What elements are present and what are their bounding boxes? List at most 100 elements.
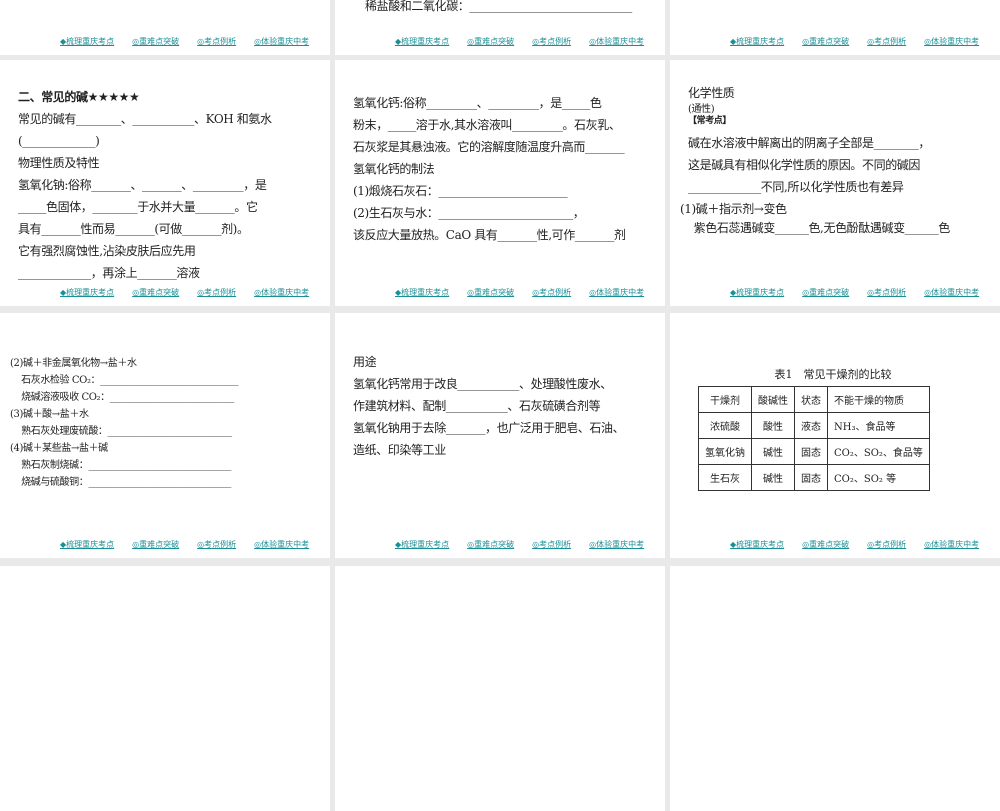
nav-link[interactable]: ◎体验重庆中考 [589, 539, 644, 550]
nav-link[interactable]: ◆梳理重庆考点 [730, 36, 784, 47]
nav-link[interactable]: ◆梳理重庆考点 [730, 539, 784, 550]
line: 熟石灰处理废硫酸：___________________________ [10, 426, 232, 437]
nav-link[interactable]: ◎考点例析 [867, 36, 906, 47]
nav-link[interactable]: ◎重难点突破 [132, 539, 179, 550]
nav-link[interactable]: ◆梳理重庆考点 [395, 36, 449, 47]
cell: 固态 [794, 464, 828, 491]
nav-link[interactable]: ◎考点例析 [867, 539, 906, 550]
slide-nav: ◆梳理重庆考点 ◎重难点突破 ◎考点例析 ◎体验重庆中考 [730, 539, 979, 550]
nav-link[interactable]: ◎考点例析 [532, 287, 571, 298]
line: 氢氧化钙常用于改良___________、处理酸性废水、 [353, 377, 612, 391]
desiccant-table: 干燥剂 酸碱性 状态 不能干燥的物质 浓硫酸 酸性 液态 NH₃、食品等 氢氧化钠 碱性 固态 C… [698, 386, 930, 491]
line: (1)煅烧石灰石：_______________________ [353, 184, 568, 198]
nav-link[interactable]: ◆梳理重庆考点 [60, 539, 114, 550]
slide-common-bases[interactable]: 二、常见的碱★★★★★ 常见的碱有________、___________、KO… [0, 60, 330, 306]
nav-link[interactable]: ◎体验重庆中考 [254, 36, 309, 47]
line: 石灰水检验 CO₂：______________________________ [10, 375, 239, 386]
nav-link[interactable]: ◆梳理重庆考点 [395, 287, 449, 298]
nav-link[interactable]: ◆梳理重庆考点 [395, 539, 449, 550]
nav-link[interactable]: ◎考点例析 [197, 287, 236, 298]
slide-nav: ◆梳理重庆考点 ◎重难点突破 ◎考点例析 ◎体验重庆中考 [60, 539, 309, 550]
line: _____色固体，________于水并大量_______。它 [18, 200, 258, 214]
line: 造纸、印染等工业 [353, 443, 446, 457]
nav-link[interactable]: ◎重难点突破 [132, 287, 179, 298]
line: (4)碱＋某些盐→盐＋碱 [10, 443, 108, 454]
slide-nav: ◆梳理重庆考点 ◎重难点突破 ◎考点例析 ◎体验重庆中考 [60, 36, 309, 47]
tag-label: 【常考点】 [688, 116, 732, 126]
nav-link[interactable]: ◎重难点突破 [132, 36, 179, 47]
line: (_____________) [18, 134, 100, 148]
slide-nav: ◆梳理重庆考点 ◎重难点突破 ◎考点例析 ◎体验重庆中考 [395, 539, 644, 550]
nav-link[interactable]: ◎重难点突破 [802, 36, 849, 47]
header-cell: 干燥剂 [698, 386, 752, 413]
slide-text: 稀盐酸和二氧化碳：_____________________________ [365, 0, 632, 13]
nav-link[interactable]: ◎考点例析 [532, 36, 571, 47]
line: _____________，再涂上_______溶液 [18, 266, 200, 280]
slide-top-left[interactable]: ◆梳理重庆考点 ◎重难点突破 ◎考点例析 ◎体验重庆中考 [0, 0, 330, 55]
slide-bottom-middle[interactable] [335, 566, 665, 811]
cell: 碱性 [751, 438, 795, 465]
cell: CO₂、SO₂、食品等 [827, 438, 930, 465]
slide-nav: ◆梳理重庆考点 ◎重难点突破 ◎考点例析 ◎体验重庆中考 [395, 287, 644, 298]
section-title: 化学性质 [688, 86, 735, 100]
slide-desiccant-table[interactable]: 表1 常见干燥剂的比较 干燥剂 酸碱性 状态 不能干燥的物质 浓硫酸 酸性 液态 NH₃、食… [670, 313, 1000, 558]
nav-link[interactable]: ◎体验重庆中考 [254, 539, 309, 550]
nav-link[interactable]: ◎体验重庆中考 [589, 287, 644, 298]
line: 物理性质及特性 [18, 156, 100, 170]
cell: 液态 [794, 412, 828, 439]
nav-link[interactable]: ◎考点例析 [197, 539, 236, 550]
nav-link[interactable]: ◎体验重庆中考 [254, 287, 309, 298]
nav-link[interactable]: ◎考点例析 [197, 36, 236, 47]
cell: CO₂、SO₂ 等 [827, 464, 930, 491]
slide-chemical-properties[interactable]: 化学性质 (通性) 【常考点】 碱在水溶液中解离出的阴离子全部是________… [670, 60, 1000, 306]
header-cell: 状态 [794, 386, 828, 413]
nav-link[interactable]: ◎体验重庆中考 [924, 36, 979, 47]
header-cell: 酸碱性 [751, 386, 795, 413]
nav-link[interactable]: ◎体验重庆中考 [924, 287, 979, 298]
line: 烧碱与硫酸铜：_______________________________ [10, 477, 231, 488]
slide-reactions[interactable]: (2)碱＋非金属氧化物→盐＋水 石灰水检验 CO₂：______________… [0, 313, 330, 558]
subtitle: (通性) [688, 104, 715, 115]
line: 这是碱具有相似化学性质的原因。不同的碱因 [688, 158, 921, 172]
nav-link[interactable]: ◎重难点突破 [802, 287, 849, 298]
line: 具有_______性而易_______(可做_______剂)。 [18, 222, 249, 236]
line: _____________不同,所以化学性质也有差异 [688, 180, 904, 194]
table-wrapper: 表1 常见干燥剂的比较 干燥剂 酸碱性 状态 不能干燥的物质 浓硫酸 酸性 液态 NH₃、食… [688, 366, 978, 491]
cell: 生石灰 [698, 464, 752, 491]
slide-bottom-right[interactable] [670, 566, 1000, 811]
header-cell: 不能干燥的物质 [827, 386, 930, 413]
section-title: 用途 [353, 355, 377, 369]
slide-top-right[interactable]: ◆梳理重庆考点 ◎重难点突破 ◎考点例析 ◎体验重庆中考 [670, 0, 1000, 55]
line: 石灰浆是其悬浊液。它的溶解度随温度升高而_______ [353, 140, 625, 154]
line: 紫色石蕊遇碱变______色,无色酚酞遇碱变______色 [680, 221, 951, 235]
nav-link[interactable]: ◎重难点突破 [802, 539, 849, 550]
nav-link[interactable]: ◎重难点突破 [467, 287, 514, 298]
line: (2)碱＋非金属氧化物→盐＋水 [10, 358, 137, 369]
slide-bottom-left[interactable] [0, 566, 330, 811]
nav-link[interactable]: ◎考点例析 [532, 539, 571, 550]
nav-link[interactable]: ◆梳理重庆考点 [60, 287, 114, 298]
nav-link[interactable]: ◎体验重庆中考 [924, 539, 979, 550]
cell: 碱性 [751, 464, 795, 491]
nav-link[interactable]: ◆梳理重庆考点 [730, 287, 784, 298]
slide-calcium-hydroxide[interactable]: 氢氧化钙:俗称_________、_________，是_____色 粉末，__… [335, 60, 665, 306]
nav-link[interactable]: ◎体验重庆中考 [589, 36, 644, 47]
slide-top-middle[interactable]: 稀盐酸和二氧化碳：_____________________________ ◆… [335, 0, 665, 55]
slide-nav: ◆梳理重庆考点 ◎重难点突破 ◎考点例析 ◎体验重庆中考 [730, 287, 979, 298]
table-row: 生石灰 碱性 固态 CO₂、SO₂ 等 [698, 464, 930, 491]
table-caption: 表1 常见干燥剂的比较 [774, 368, 892, 381]
nav-link[interactable]: ◎重难点突破 [467, 36, 514, 47]
table-header-row: 干燥剂 酸碱性 状态 不能干燥的物质 [698, 386, 930, 413]
cell: 浓硫酸 [698, 412, 752, 439]
nav-link[interactable]: ◎重难点突破 [467, 539, 514, 550]
line: 该反应大量放热。CaO 具有_______性,可作_______剂 [353, 228, 626, 242]
nav-link[interactable]: ◆梳理重庆考点 [60, 36, 114, 47]
line: 氢氧化钠:俗称_______、_______、_________，是 [18, 178, 267, 192]
nav-link[interactable]: ◎考点例析 [867, 287, 906, 298]
line: (1)碱＋指示剂→变色 [680, 202, 787, 216]
slide-nav: ◆梳理重庆考点 ◎重难点突破 ◎考点例析 ◎体验重庆中考 [730, 36, 979, 47]
slide-uses[interactable]: 用途 氢氧化钙常用于改良___________、处理酸性废水、 作建筑材料、配制… [335, 313, 665, 558]
line: 熟石灰制烧碱：_______________________________ [10, 460, 231, 471]
table-row: 氢氧化钠 碱性 固态 CO₂、SO₂、食品等 [698, 438, 930, 465]
line: 氢氧化钙:俗称_________、_________，是_____色 [353, 96, 602, 110]
